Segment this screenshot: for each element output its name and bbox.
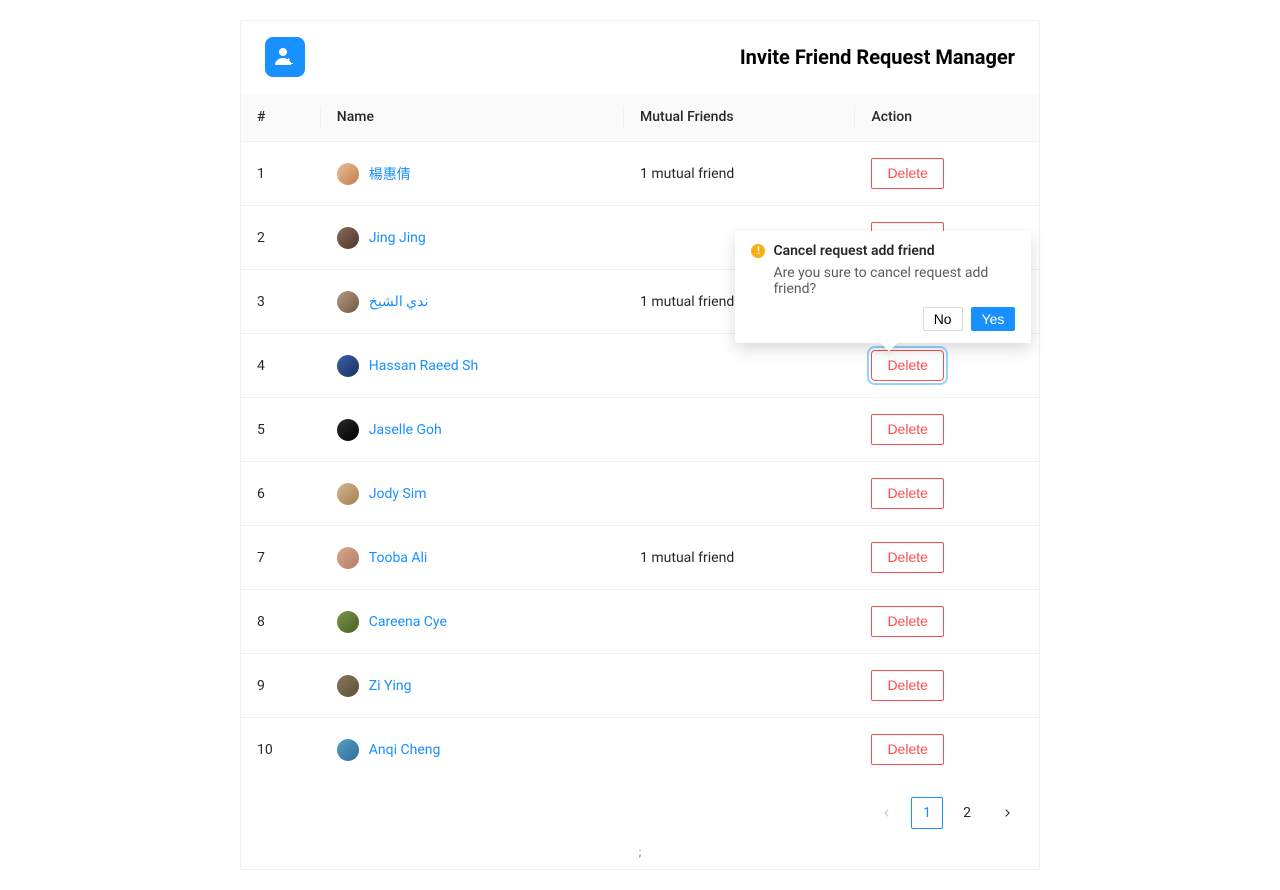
delete-button[interactable]: Delete <box>871 478 943 509</box>
footer-text: ; <box>241 845 1039 869</box>
table-row: 6 Jody Sim Delete <box>241 462 1039 526</box>
pagination-next[interactable] <box>991 797 1023 829</box>
row-name-cell: Tooba Ali <box>321 526 624 590</box>
requests-table: # Name Mutual Friends Action 1 楊惠倩 1 mutua… <box>241 93 1039 781</box>
row-action-cell: Delete <box>855 718 1039 782</box>
confirm-popover: ! Cancel request add friend Are you sure… <box>735 231 1031 343</box>
delete-button[interactable]: Delete <box>871 414 943 445</box>
avatar <box>337 163 359 185</box>
user-name-link[interactable]: Anqi Cheng <box>369 742 441 758</box>
chevron-left-icon <box>882 808 892 818</box>
avatar <box>337 675 359 697</box>
row-name-cell: Anqi Cheng <box>321 718 624 782</box>
avatar <box>337 291 359 313</box>
table-row: 10 Anqi Cheng Delete <box>241 718 1039 782</box>
card-header: Invite Friend Request Manager <box>241 21 1039 93</box>
row-index: 4 <box>241 334 321 398</box>
row-name-cell: ندي الشيخ <box>321 270 624 334</box>
col-header-mutual: Mutual Friends <box>624 93 855 142</box>
avatar <box>337 547 359 569</box>
user-swap-icon <box>273 45 297 69</box>
table-row: 4 Hassan Raeed Sh Delete ! Cancel request … <box>241 334 1039 398</box>
pagination: 12 <box>241 781 1039 845</box>
table-row: 5 Jaselle Goh Delete <box>241 398 1039 462</box>
row-index: 7 <box>241 526 321 590</box>
row-action-cell: Delete <box>855 654 1039 718</box>
avatar <box>337 739 359 761</box>
popover-title-row: ! Cancel request add friend <box>751 243 1015 259</box>
row-mutual: 1 mutual friend <box>624 142 855 206</box>
row-index: 1 <box>241 142 321 206</box>
page-title: Invite Friend Request Manager <box>740 45 1015 69</box>
row-index: 2 <box>241 206 321 270</box>
delete-button[interactable]: Delete <box>871 734 943 765</box>
user-name-link[interactable]: Jaselle Goh <box>369 422 442 438</box>
row-index: 5 <box>241 398 321 462</box>
warning-icon: ! <box>751 244 765 258</box>
popover-body: Are you sure to cancel request add frien… <box>773 265 1015 297</box>
delete-button[interactable]: Delete <box>871 158 943 189</box>
row-action-cell: Delete <box>855 142 1039 206</box>
row-mutual <box>624 334 855 398</box>
col-header-name: Name <box>321 93 624 142</box>
avatar <box>337 355 359 377</box>
row-index: 3 <box>241 270 321 334</box>
row-mutual <box>624 462 855 526</box>
row-mutual <box>624 590 855 654</box>
row-name-cell: Hassan Raeed Sh <box>321 334 624 398</box>
table-row: 9 Zi Ying Delete <box>241 654 1039 718</box>
user-name-link[interactable]: Jody Sim <box>369 486 427 502</box>
row-mutual <box>624 718 855 782</box>
row-name-cell: Jaselle Goh <box>321 398 624 462</box>
table-row: 8 Careena Cye Delete <box>241 590 1039 654</box>
row-index: 9 <box>241 654 321 718</box>
avatar <box>337 611 359 633</box>
user-name-link[interactable]: 楊惠倩 <box>369 164 411 184</box>
user-name-link[interactable]: Hassan Raeed Sh <box>369 358 478 374</box>
delete-button[interactable]: Delete <box>871 350 943 381</box>
row-index: 6 <box>241 462 321 526</box>
row-index: 10 <box>241 718 321 782</box>
row-name-cell: Jody Sim <box>321 462 624 526</box>
yes-button[interactable]: Yes <box>971 307 1016 331</box>
table-header-row: # Name Mutual Friends Action <box>241 93 1039 142</box>
app-card: Invite Friend Request Manager # Name Mut… <box>240 20 1040 870</box>
page-number[interactable]: 2 <box>951 797 983 829</box>
page-number[interactable]: 1 <box>911 797 943 829</box>
delete-button[interactable]: Delete <box>871 670 943 701</box>
row-action-cell: Delete <box>855 398 1039 462</box>
popover-actions: No Yes <box>751 307 1015 331</box>
chevron-right-icon <box>1002 808 1012 818</box>
row-action-cell: Delete ! Cancel request add friend Are y… <box>855 334 1039 398</box>
row-action-cell: Delete <box>855 526 1039 590</box>
row-mutual <box>624 654 855 718</box>
delete-button[interactable]: Delete <box>871 542 943 573</box>
table-row: 1 楊惠倩 1 mutual friend Delete <box>241 142 1039 206</box>
user-name-link[interactable]: Tooba Ali <box>369 550 428 566</box>
row-action-cell: Delete <box>855 462 1039 526</box>
avatar <box>337 419 359 441</box>
row-action-cell: Delete <box>855 590 1039 654</box>
row-mutual <box>624 398 855 462</box>
col-header-action: Action <box>855 93 1039 142</box>
avatar <box>337 483 359 505</box>
row-index: 8 <box>241 590 321 654</box>
user-name-link[interactable]: ندي الشيخ <box>369 294 429 310</box>
col-header-index: # <box>241 93 321 142</box>
app-icon <box>265 37 305 77</box>
user-name-link[interactable]: Zi Ying <box>369 678 412 694</box>
delete-button[interactable]: Delete <box>871 606 943 637</box>
row-name-cell: 楊惠倩 <box>321 142 624 206</box>
row-mutual: 1 mutual friend <box>624 526 855 590</box>
user-name-link[interactable]: Jing Jing <box>369 230 426 246</box>
pagination-prev[interactable] <box>871 797 903 829</box>
row-name-cell: Jing Jing <box>321 206 624 270</box>
avatar <box>337 227 359 249</box>
user-name-link[interactable]: Careena Cye <box>369 614 447 630</box>
no-button[interactable]: No <box>923 307 963 331</box>
popover-title: Cancel request add friend <box>773 243 934 259</box>
table-row: 7 Tooba Ali 1 mutual friend Delete <box>241 526 1039 590</box>
row-name-cell: Careena Cye <box>321 590 624 654</box>
row-name-cell: Zi Ying <box>321 654 624 718</box>
